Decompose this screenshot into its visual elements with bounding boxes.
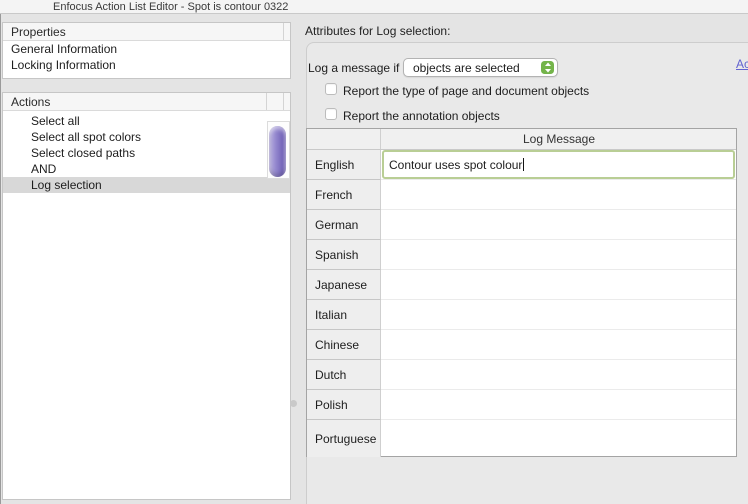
pane-splitter-handle[interactable] (290, 400, 297, 407)
language-cell: Polish (307, 390, 381, 420)
action-item-log-selection[interactable]: Log selection (3, 177, 290, 193)
text-caret (523, 158, 525, 171)
log-message-table: Log Message English Contour uses spot co… (306, 128, 737, 457)
language-cell: Dutch (307, 360, 381, 390)
action-item-and[interactable]: AND (3, 161, 290, 177)
action-item-select-all[interactable]: Select all (3, 113, 290, 129)
header-column-divider (283, 93, 284, 110)
log-message-text: Contour uses spot colour (389, 157, 523, 172)
log-message-cell[interactable] (382, 360, 736, 389)
log-message-condition-label: Log a message if (308, 61, 400, 75)
action-item-select-closed-paths[interactable]: Select closed paths (3, 145, 290, 161)
table-row: Dutch (307, 360, 736, 390)
condition-popup-button[interactable]: objects are selected (403, 58, 558, 77)
log-message-cell[interactable] (382, 330, 736, 359)
table-row: English Contour uses spot colour (307, 150, 736, 180)
report-annotation-objects-checkbox[interactable] (325, 108, 337, 120)
language-cell: Portuguese (307, 420, 381, 457)
properties-header-label: Properties (11, 24, 66, 39)
condition-popup-value: objects are selected (413, 60, 520, 75)
attributes-pane-title: Attributes for Log selection: (305, 24, 451, 38)
actions-panel: Actions Select all Select all spot color… (2, 92, 291, 500)
language-cell: Chinese (307, 330, 381, 360)
table-row: Italian (307, 300, 736, 330)
language-header-cell (307, 129, 381, 149)
log-message-cell[interactable] (382, 420, 736, 456)
log-message-column-header: Log Message (522, 132, 596, 146)
window-title: Enfocus Action List Editor - Spot is con… (53, 1, 289, 13)
properties-panel: Properties General Information Locking I… (2, 22, 291, 79)
log-message-cell[interactable] (382, 240, 736, 269)
window-left-edge (0, 14, 1, 504)
actions-panel-header: Actions (3, 93, 290, 111)
log-message-input-focused[interactable]: Contour uses spot colour (382, 150, 735, 179)
popup-stepper-icon (541, 61, 554, 74)
table-row: German (307, 210, 736, 240)
action-item-select-all-spot-colors[interactable]: Select all spot colors (3, 129, 290, 145)
header-column-divider (266, 93, 267, 110)
report-annotation-objects-label: Report the annotation objects (343, 109, 500, 123)
language-cell: Italian (307, 300, 381, 330)
properties-panel-header: Properties (3, 23, 290, 41)
table-row: Spanish (307, 240, 736, 270)
properties-item-locking-information[interactable]: Locking Information (3, 57, 290, 73)
properties-item-general-information[interactable]: General Information (3, 41, 290, 57)
language-cell: German (307, 210, 381, 240)
table-row: Polish (307, 390, 736, 420)
language-cell: Spanish (307, 240, 381, 270)
table-row: Chinese (307, 330, 736, 360)
log-message-cell[interactable] (382, 300, 736, 329)
window-titlebar: Enfocus Action List Editor - Spot is con… (0, 0, 748, 14)
table-header-row: Log Message (307, 129, 736, 150)
log-message-cell[interactable] (382, 390, 736, 419)
up-down-chevrons-icon (544, 62, 551, 73)
table-row: Portuguese (307, 420, 736, 457)
table-row: French (307, 180, 736, 210)
language-cell: Japanese (307, 270, 381, 300)
table-row: Japanese (307, 270, 736, 300)
scrollbar-thumb[interactable] (269, 126, 286, 177)
language-cell: English (307, 150, 381, 180)
report-page-objects-label: Report the type of page and document obj… (343, 84, 590, 98)
actions-header-label: Actions (11, 94, 51, 109)
language-cell: French (307, 180, 381, 210)
header-column-divider (283, 23, 284, 40)
log-message-cell[interactable] (382, 180, 736, 209)
clipped-link[interactable]: Ac (736, 57, 748, 71)
log-message-cell[interactable] (382, 270, 736, 299)
report-page-objects-checkbox[interactable] (325, 83, 337, 95)
log-message-cell[interactable]: Contour uses spot colour (382, 150, 736, 179)
log-message-cell[interactable] (382, 210, 736, 239)
